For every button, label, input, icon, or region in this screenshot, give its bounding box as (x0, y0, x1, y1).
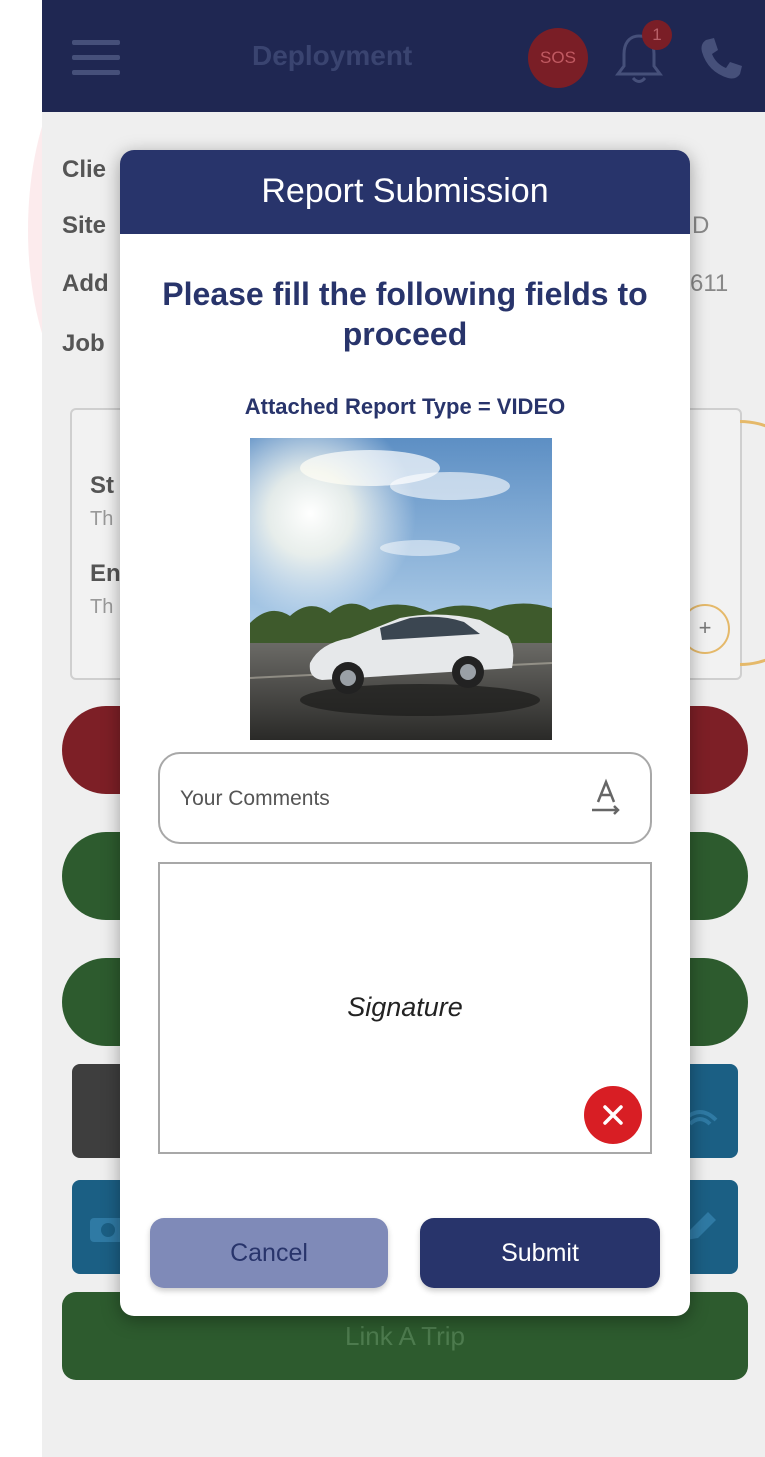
start-value: Th (90, 508, 114, 530)
video-thumbnail[interactable] (250, 438, 552, 740)
end-value: Th (90, 596, 114, 618)
address-value-tail: 611 (690, 270, 729, 297)
start-label: St (90, 472, 114, 499)
site-value-tail: D (692, 212, 710, 239)
signature-pad[interactable]: Signature (158, 862, 652, 1154)
submit-button[interactable]: Submit (420, 1218, 660, 1288)
sos-button[interactable]: SOS (528, 28, 588, 88)
job-label: Job (62, 330, 105, 357)
signature-label: Signature (347, 992, 463, 1022)
address-label: Add (62, 270, 109, 297)
site-label: Site (62, 212, 107, 239)
app-bar: Deployment SOS 1 (42, 0, 765, 112)
client-label: Clie (62, 156, 107, 183)
menu-icon[interactable] (72, 40, 120, 76)
clear-signature-button[interactable] (584, 1086, 642, 1144)
comments-field[interactable] (158, 752, 652, 844)
text-format-icon[interactable] (588, 778, 624, 818)
dialog-header: Report Submission (120, 150, 690, 234)
dialog-title: Report Submission (261, 172, 549, 210)
dialog-instructions: Please fill the following fields to proc… (162, 276, 648, 352)
end-label: En (90, 560, 121, 587)
comments-input[interactable] (178, 778, 582, 820)
cancel-button[interactable]: Cancel (150, 1218, 388, 1288)
screen: Deployment SOS 1 Clie Site Add Job D 611… (0, 0, 765, 1457)
report-submission-dialog: Report Submission Please fill the follow… (120, 150, 690, 1316)
notification-badge: 1 (642, 20, 672, 50)
close-icon (603, 1105, 623, 1125)
phone-icon[interactable] (696, 34, 746, 84)
app-bar-title: Deployment (252, 40, 413, 71)
report-type-label: Attached Report Type = VIDEO (244, 394, 566, 419)
